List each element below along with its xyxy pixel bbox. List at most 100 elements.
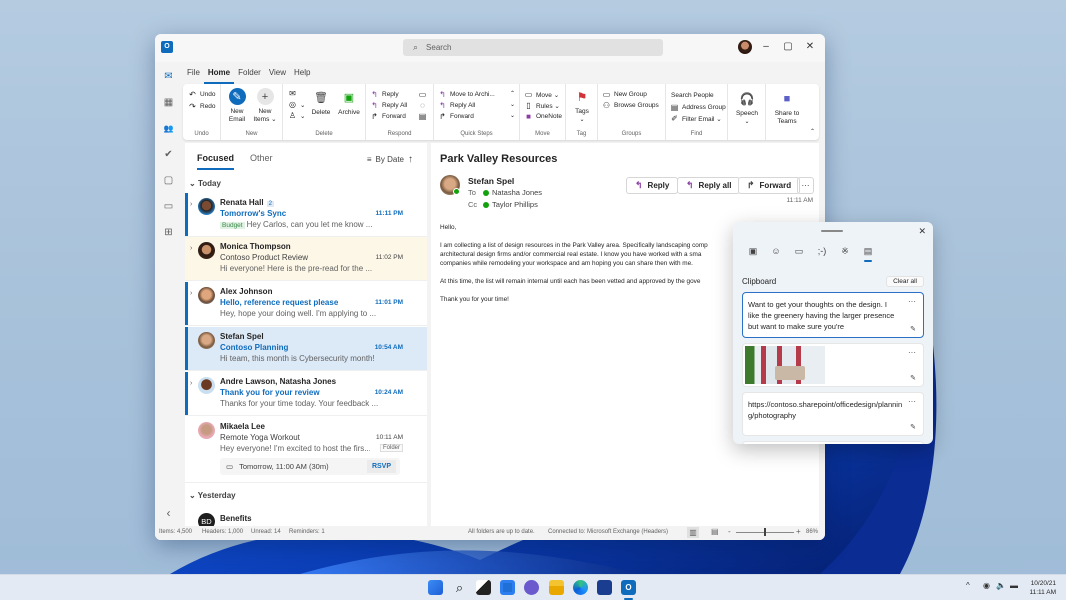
tasks-icon[interactable]: ✔ [162,148,175,161]
im-button[interactable]: ◌ [418,101,427,110]
zoom-out-button[interactable]: - [728,527,731,536]
sort-direction-icon[interactable]: ↑ [408,154,413,165]
edge-icon[interactable] [573,580,588,595]
maximize-button[interactable]: ▢ [779,39,797,55]
menu-home[interactable]: Home [203,64,235,84]
reply-button[interactable]: ↰ Reply [626,177,679,194]
widgets-icon[interactable] [500,580,515,595]
calendar-icon[interactable]: ▦ [162,96,175,109]
zoom-in-button[interactable]: + [796,527,801,536]
kaomoji-tab-icon[interactable]: ;-) [816,246,828,257]
clipboard-tab-icon[interactable]: ▤ [862,246,874,262]
more-respond-button[interactable]: ▤ [418,112,427,121]
move-button[interactable]: ▭ Move ⌄ [524,90,559,99]
tray-overflow-icon[interactable]: ^ [966,581,970,590]
drag-handle[interactable] [821,230,843,232]
redo-button[interactable]: ↷ Redo [188,102,215,111]
address-book-button[interactable]: ▤ Address Group [670,103,726,112]
reply-all-button[interactable]: ↰ Reply all [677,177,741,194]
message-item[interactable]: › Renata Hall 2 Tomorrow's Sync 11:11 PM … [185,193,427,237]
sort-button[interactable]: ≡ By Date ↑ [367,154,413,165]
more-icon[interactable]: ··· [908,397,916,406]
collapse-ribbon-icon[interactable]: ⌃ [810,128,815,135]
message-item[interactable]: Mikaela Lee Remote Yoga Workout 10:11 AM… [185,417,427,483]
menu-help[interactable]: Help [290,62,314,84]
tab-focused[interactable]: Focused [197,153,235,170]
search-box[interactable]: ⌕ Search [403,39,663,56]
apps-icon[interactable]: ⊞ [162,226,175,239]
zoom-slider-thumb[interactable] [764,528,766,536]
collapse-rail-icon[interactable]: ‹ [162,506,175,520]
user-avatar[interactable] [738,40,752,54]
tab-other[interactable]: Other [250,153,273,170]
clipboard-item[interactable]: https://contoso.sharepoint/officedesign/… [742,392,924,436]
qs-expand[interactable]: ⌄ [510,112,515,119]
store-icon[interactable] [597,580,612,595]
qs-scroll-up[interactable]: ⌃ [510,90,515,97]
status-reminders[interactable]: Reminders: 1 [289,529,325,535]
sticker-tab-icon[interactable]: ▣ [747,246,759,257]
message-item[interactable]: BD Benefits [185,506,427,528]
ignore-button[interactable]: ◎ ⌄ [288,100,305,109]
forward-button[interactable]: ↱ Forward [738,177,801,194]
rules-button[interactable]: ▯ Rules ⌄ [524,101,560,110]
minimize-button[interactable]: – [757,39,775,55]
section-yesterday[interactable]: ⌄ Yesterday [189,491,236,500]
message-item[interactable]: › Alex Johnson Hello, reference request … [185,282,427,326]
notes-icon[interactable]: ▢ [162,174,175,187]
folders-icon[interactable]: ▭ [162,200,175,213]
emoji-tab-icon[interactable]: ☺ [770,246,782,257]
delete-button[interactable]: 🗑 Delete [309,89,333,117]
symbols-tab-icon[interactable]: ※ [839,246,851,257]
gif-tab-icon[interactable]: ▭ [793,246,805,257]
task-view-icon[interactable] [476,580,491,595]
expand-thread-icon[interactable]: › [190,201,192,208]
mail-icon[interactable]: ✉ [162,70,175,83]
clipboard-close-button[interactable]: ✕ [918,226,926,237]
message-item-selected[interactable]: Stefan Spel Contoso Planning 10:54 AM Hi… [185,327,427,371]
undo-button[interactable]: ↶ Undo [188,90,215,99]
search-icon[interactable]: ⌕ [452,580,467,595]
start-icon[interactable] [428,580,443,595]
message-item[interactable]: › Andre Lawson, Natasha Jones Thank you … [185,372,427,416]
volume-icon[interactable]: 🔈 [996,581,1006,590]
outlook-taskbar-icon[interactable]: O [621,580,636,595]
expand-thread-icon[interactable]: › [190,290,192,297]
tags-button[interactable]: ⚑ Tags ⌄ [570,88,594,124]
pin-icon[interactable]: ✎ [910,423,916,431]
close-button[interactable]: ✕ [801,39,819,55]
teams-chat-icon[interactable] [524,580,539,595]
file-explorer-icon[interactable] [549,580,564,595]
wifi-icon[interactable]: ◉ [983,581,990,590]
message-item[interactable]: › Monica Thompson Contoso Product Review… [185,237,427,281]
qs-scroll-down[interactable]: ⌄ [510,101,515,108]
search-people-field[interactable]: Search People [671,92,714,99]
new-items-button[interactable]: + New Items ⌄ [251,88,279,124]
filter-email-button[interactable]: ✐ Filter Email ⌄ [670,114,722,123]
more-icon[interactable]: ··· [908,297,916,306]
archive-button[interactable]: ▣ Archive [335,89,363,117]
clock[interactable]: 10/20/21 11:11 AM [1030,579,1057,597]
clipboard-item[interactable]: Want to get your thoughts on the design.… [742,292,924,338]
expand-thread-icon[interactable]: › [190,380,192,387]
qs-reply-all[interactable]: ↰ Reply All [438,101,475,110]
more-actions-button[interactable]: ··· [797,177,814,194]
menu-file[interactable]: File [183,62,204,84]
ribbon-reply-all-button[interactable]: ↰ Reply All [370,101,407,110]
ribbon-forward-button[interactable]: ↱ Forward [370,112,406,121]
clipboard-item[interactable]: ··· ✎ [742,343,924,387]
clear-all-button[interactable]: Clear all [886,276,924,287]
share-to-teams-button[interactable]: ■ Share to Teams [770,90,804,126]
pin-icon[interactable]: ✎ [910,374,916,382]
menu-folder[interactable]: Folder [234,62,265,84]
reading-view-icon[interactable]: ▤ [711,527,719,536]
battery-icon[interactable]: ▬ [1010,581,1018,590]
people-icon[interactable]: 👥 [162,122,175,135]
qs-forward[interactable]: ↱ Forward [438,112,474,121]
pin-icon[interactable]: ✎ [910,325,916,333]
section-today[interactable]: ⌄ Today [189,179,221,188]
qs-move-to-archive[interactable]: ↰ Move to Archi... [438,90,495,99]
report-button[interactable]: ♙ ⌄ [288,111,306,120]
meeting-button[interactable]: ▭ [418,90,427,99]
menu-view[interactable]: View [265,62,290,84]
